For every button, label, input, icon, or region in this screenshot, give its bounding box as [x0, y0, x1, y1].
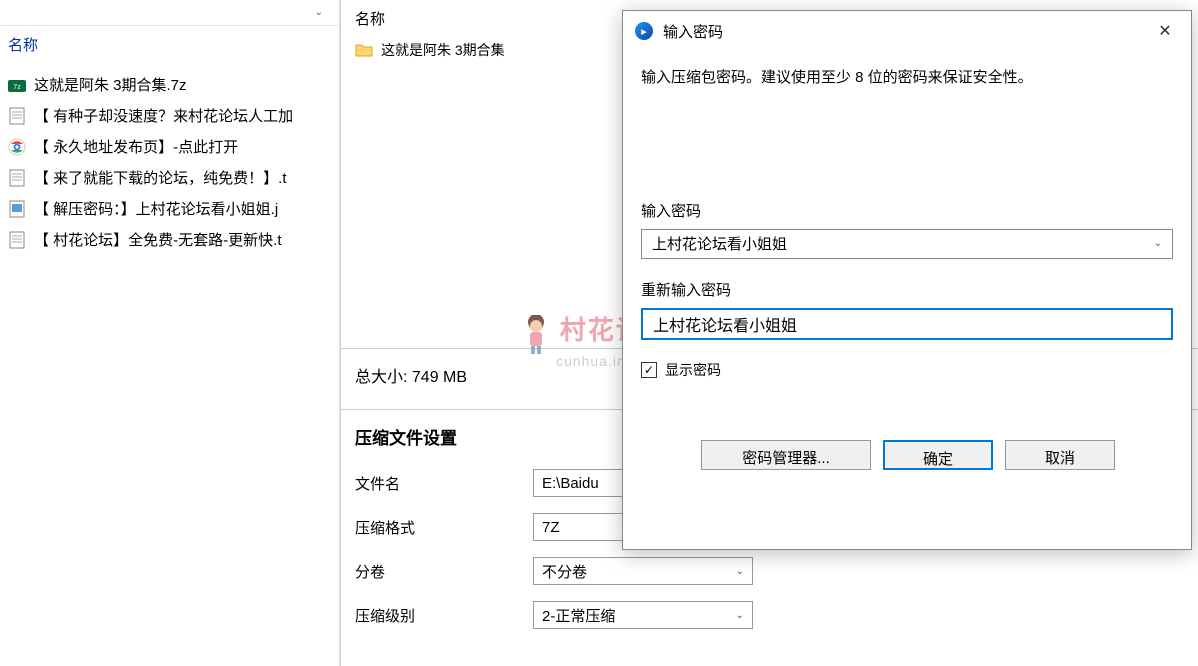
split-select[interactable]: 不分卷 ⌄ — [533, 557, 753, 585]
file-name: 【 解压密码：】上村花论坛看小姐姐.j — [34, 198, 278, 219]
svg-text:7z: 7z — [13, 84, 21, 91]
dialog-instruction: 输入压缩包密码。建议使用至少 8 位的密码来保证安全性。 — [641, 67, 1173, 90]
list-item[interactable]: 【 永久地址发布页】-点此打开 — [0, 131, 339, 162]
show-password-checkbox[interactable]: ✓ — [641, 362, 657, 378]
level-value: 2-正常压缩 — [542, 605, 615, 626]
file-name: 【 永久地址发布页】-点此打开 — [34, 136, 238, 157]
text-file-icon — [8, 107, 26, 125]
archive-7z-icon: 7z — [8, 76, 26, 94]
password-combo-value: 上村花论坛看小姐姐 — [652, 233, 787, 254]
chevron-down-icon: ⌄ — [1154, 238, 1162, 249]
image-file-icon — [8, 200, 26, 218]
total-size-value: 749 MB — [412, 369, 467, 386]
confirm-label: 重新输入密码 — [641, 279, 1173, 300]
text-file-icon — [8, 169, 26, 187]
password-dialog: ▸ 输入密码 ✕ 输入压缩包密码。建议使用至少 8 位的密码来保证安全性。 输入… — [622, 10, 1192, 550]
dialog-title: 输入密码 — [663, 21, 723, 42]
level-label: 压缩级别 — [355, 605, 525, 626]
dialog-body: 输入压缩包密码。建议使用至少 8 位的密码来保证安全性。 输入密码 上村花论坛看… — [623, 51, 1191, 486]
format-label: 压缩格式 — [355, 517, 525, 538]
show-password-row[interactable]: ✓ 显示密码 — [641, 360, 1173, 380]
file-list: 7z 这就是阿朱 3期合集.7z 【 有种子却没速度？来村花论坛人工加 【 永久… — [0, 63, 339, 261]
app-icon: ▸ — [635, 22, 653, 40]
level-select[interactable]: 2-正常压缩 ⌄ — [533, 601, 753, 629]
list-item[interactable]: 【 村花论坛】全免费-无套路-更新快.t — [0, 224, 339, 255]
chevron-down-icon: ⌄ — [736, 610, 744, 621]
file-name: 【 村花论坛】全免费-无套路-更新快.t — [34, 229, 282, 250]
dialog-titlebar[interactable]: ▸ 输入密码 ✕ — [623, 11, 1191, 51]
folder-name: 这就是阿朱 3期合集 — [381, 40, 505, 60]
close-icon[interactable]: ✕ — [1151, 17, 1179, 45]
chevron-down-icon: ⌄ — [736, 566, 744, 577]
file-explorer-panel: ⌄ 名称 7z 这就是阿朱 3期合集.7z 【 有种子却没速度？来村花论坛人工加… — [0, 0, 340, 666]
total-size-label: 总大小: — [355, 369, 407, 386]
list-item[interactable]: 7z 这就是阿朱 3期合集.7z — [0, 69, 339, 100]
level-row: 压缩级别 2-正常压缩 ⌄ — [355, 601, 1184, 629]
split-row: 分卷 不分卷 ⌄ — [355, 557, 1184, 585]
chevron-down-icon[interactable]: ⌄ — [315, 7, 323, 18]
password-label: 输入密码 — [641, 200, 1173, 221]
confirm-password-input[interactable] — [641, 308, 1173, 340]
file-name: 这就是阿朱 3期合集.7z — [34, 74, 187, 95]
filename-value: E:\Baidu — [542, 475, 599, 492]
list-item[interactable]: 【 解压密码：】上村花论坛看小姐姐.j — [0, 193, 339, 224]
column-header-name[interactable]: 名称 — [0, 26, 339, 63]
text-file-icon — [8, 231, 26, 249]
html-file-icon — [8, 138, 26, 156]
ok-button[interactable]: 确定 — [883, 440, 993, 470]
explorer-header: ⌄ — [0, 0, 339, 26]
split-label: 分卷 — [355, 561, 525, 582]
folder-icon — [355, 43, 373, 57]
password-combobox[interactable]: 上村花论坛看小姐姐 ⌄ — [641, 229, 1173, 259]
cancel-button[interactable]: 取消 — [1005, 440, 1115, 470]
split-value: 不分卷 — [542, 561, 587, 582]
file-name: 【 来了就能下载的论坛，纯免费！】.t — [34, 167, 287, 188]
filename-label: 文件名 — [355, 473, 525, 494]
file-name: 【 有种子却没速度？来村花论坛人工加 — [34, 105, 293, 126]
show-password-label: 显示密码 — [665, 360, 721, 380]
dialog-button-row: 密码管理器... 确定 取消 — [641, 440, 1173, 470]
password-manager-button[interactable]: 密码管理器... — [701, 440, 871, 470]
list-item[interactable]: 【 来了就能下载的论坛，纯免费！】.t — [0, 162, 339, 193]
list-item[interactable]: 【 有种子却没速度？来村花论坛人工加 — [0, 100, 339, 131]
format-value: 7Z — [542, 519, 560, 536]
